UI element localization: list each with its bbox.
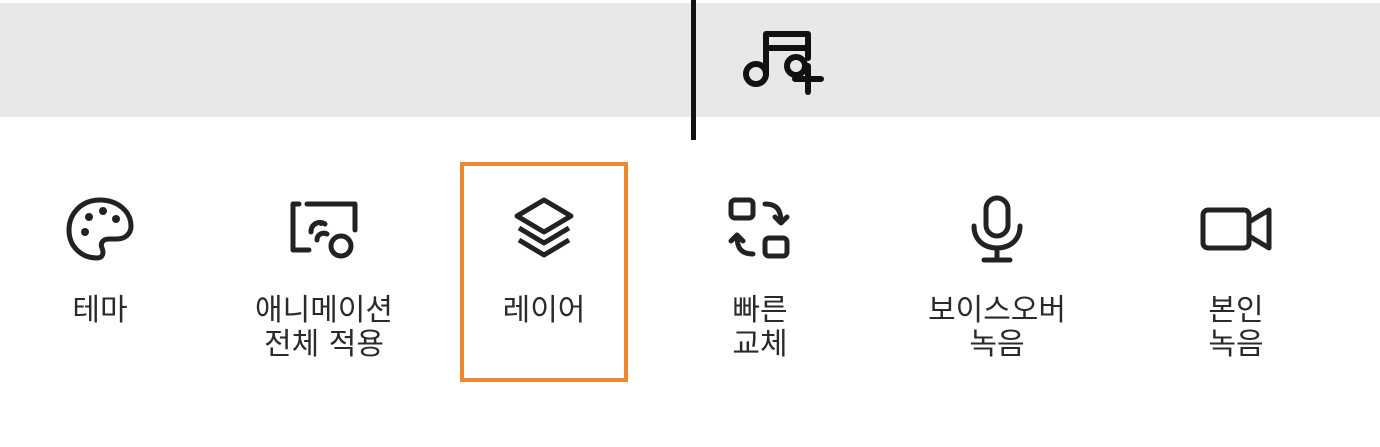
apply-all-animation-label: 애니메이션 전체 적용	[255, 293, 393, 362]
apply-all-animation-button[interactable]: 애니메이션 전체 적용	[234, 190, 414, 380]
microphone-icon	[958, 190, 1036, 268]
voiceover-record-label: 보이스오버 녹음	[928, 293, 1066, 362]
self-record-label: 본인 녹음	[1208, 293, 1264, 362]
theme-button[interactable]: 테마	[10, 190, 190, 380]
playhead[interactable]	[691, 0, 696, 140]
voiceover-record-button[interactable]: 보이스오버 녹음	[907, 190, 1087, 380]
quick-swap-button[interactable]: 빠른 교체	[670, 190, 850, 380]
add-music-button[interactable]	[738, 24, 830, 96]
palette-icon	[61, 190, 139, 268]
music-plus-icon	[743, 31, 824, 95]
quick-swap-label: 빠른 교체	[732, 293, 788, 362]
selected-highlight	[460, 162, 628, 382]
timeline-strip[interactable]	[0, 3, 1380, 117]
swap-icon	[721, 190, 799, 268]
image-transition-icon	[285, 190, 363, 268]
video-camera-icon	[1197, 190, 1275, 268]
self-record-button[interactable]: 본인 녹음	[1146, 190, 1326, 380]
theme-label: 테마	[72, 293, 128, 328]
